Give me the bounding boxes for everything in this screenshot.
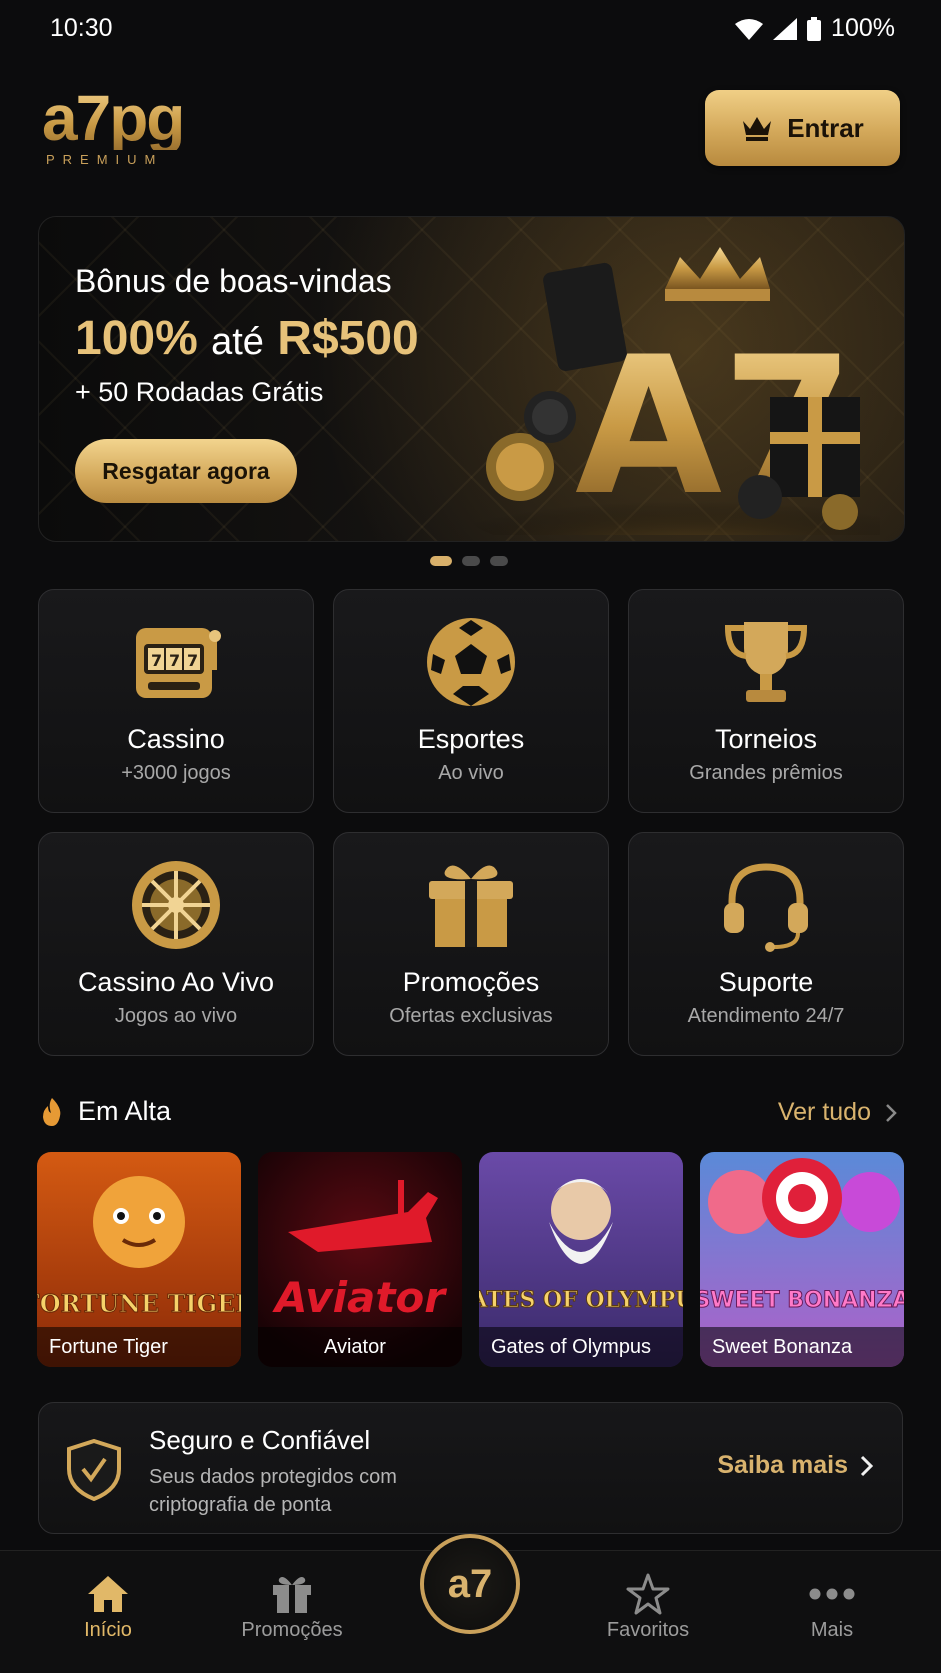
game-card-aviator[interactable]: Aviator Aviator <box>258 1152 462 1367</box>
game-art-text: GATES OF OLYMPUS <box>479 1287 683 1313</box>
chevron-right-icon <box>860 1455 874 1476</box>
a7-crown-art: A7 <box>470 247 880 535</box>
game-card-sweet-bonanza[interactable]: SWEET BONANZA Sweet Bonanza <box>700 1152 904 1367</box>
category-title: Cassino Ao Vivo <box>77 967 275 997</box>
category-suporte[interactable]: Suporte Atendimento 24/7 <box>628 832 904 1056</box>
pagination-dot[interactable] <box>462 556 480 566</box>
pagination-dot-active[interactable] <box>430 556 452 566</box>
category-title: Suporte <box>718 967 814 997</box>
game-card-fortune-tiger[interactable]: FORTUNE TIGER Fortune Tiger <box>37 1152 241 1367</box>
nav-center-home-button[interactable]: a7 <box>420 1534 520 1634</box>
signal-icon <box>773 17 798 40</box>
see-all-label: Ver tudo <box>777 1098 871 1126</box>
nav-item-promocoes[interactable]: Promoções <box>222 1569 362 1642</box>
security-description: Seus dados protegidos com criptografia d… <box>149 1466 397 1516</box>
category-subtitle: Ao vivo <box>438 762 504 784</box>
gift-icon <box>334 857 608 953</box>
login-label: Entrar <box>787 112 864 143</box>
category-cassino-ao-vivo[interactable]: Cassino Ao Vivo Jogos ao vivo <box>38 832 314 1056</box>
chevron-right-icon <box>886 1103 897 1122</box>
game-art-text: FORTUNE TIGER <box>37 1289 241 1318</box>
category-title: Torneios <box>714 724 818 754</box>
game-art-text: SWEET BONANZA <box>700 1288 904 1313</box>
game-name: Aviator <box>258 1327 462 1367</box>
star-icon <box>578 1569 718 1619</box>
banner-spins: + 50 Rodadas Grátis <box>75 377 324 407</box>
banner-amount-pct: 100% <box>75 312 198 365</box>
game-card-gates-of-olympus[interactable]: GATES OF OLYMPUS Gates of Olympus <box>479 1152 683 1367</box>
roulette-icon <box>39 857 313 953</box>
category-title: Esportes <box>417 724 525 754</box>
nav-label: Início <box>84 1619 132 1641</box>
fire-icon <box>43 1097 61 1126</box>
category-torneios[interactable]: Torneios Grandes prêmios <box>628 589 904 813</box>
security-card[interactable]: Seguro e Confiável Seus dados protegidos… <box>38 1402 903 1534</box>
category-subtitle: Atendimento 24/7 <box>687 1005 845 1027</box>
trending-header: Em Alta <box>40 1096 171 1127</box>
aviator-art: Aviator <box>272 1180 447 1322</box>
trending-title: Em Alta <box>78 1096 172 1126</box>
category-title: Cassino <box>127 724 225 754</box>
sweet-bonanza-art: SWEET BONANZA <box>700 1158 904 1314</box>
security-title: Seguro e Confiável <box>149 1425 371 1455</box>
promo-banner[interactable]: Bônus de boas-vindas 100% até R$500 + 50… <box>38 216 905 542</box>
game-name: Sweet Bonanza <box>700 1327 904 1367</box>
slot-machine-icon: 7 7 7 <box>39 614 313 710</box>
wifi-icon <box>735 18 764 40</box>
brand-logo[interactable]: a7pg PREMIUM <box>42 82 185 167</box>
category-esportes[interactable]: Esportes Ao vivo <box>333 589 609 813</box>
more-icon <box>762 1569 902 1619</box>
learn-more-link[interactable]: Saiba mais <box>717 1451 874 1480</box>
logo-sub: PREMIUM <box>46 152 164 167</box>
nav-item-mais[interactable]: Mais <box>762 1569 902 1642</box>
nav-label: Favoritos <box>606 1619 690 1641</box>
claim-bonus-button[interactable]: Resgatar agora <box>75 439 297 503</box>
home-icon <box>38 1569 178 1619</box>
battery-level: 100% <box>831 14 895 42</box>
banner-amount-mid: até <box>211 321 264 363</box>
headset-icon <box>629 857 903 953</box>
svg-text:7: 7 <box>169 651 180 670</box>
logo-main: a7pg <box>42 82 185 154</box>
game-art-text: Aviator <box>272 1273 447 1322</box>
game-name: Fortune Tiger <box>37 1327 241 1367</box>
category-subtitle: Grandes prêmios <box>689 762 843 784</box>
svg-text:7: 7 <box>187 651 198 670</box>
gates-of-olympus-art: GATES OF OLYMPUS <box>479 1179 683 1314</box>
banner-pagination <box>430 556 508 566</box>
soccer-ball-icon <box>334 614 608 710</box>
status-time: 10:30 <box>50 14 113 42</box>
nav-item-favoritos[interactable]: Favoritos <box>578 1569 718 1642</box>
category-promocoes[interactable]: Promoções Ofertas exclusivas <box>333 832 609 1056</box>
category-subtitle: Ofertas exclusivas <box>389 1005 553 1027</box>
category-cassino[interactable]: 7 7 7 Cassino +3000 jogos <box>38 589 314 813</box>
game-name: Gates of Olympus <box>479 1327 683 1367</box>
category-title: Promoções <box>402 967 540 997</box>
category-subtitle: Jogos ao vivo <box>114 1005 238 1027</box>
banner-title: Bônus de boas-vindas <box>75 263 392 299</box>
trophy-icon <box>629 614 903 710</box>
svg-text:7: 7 <box>151 651 162 670</box>
gift-icon <box>222 1569 362 1619</box>
nav-label: Promoções <box>241 1619 343 1641</box>
fortune-tiger-art: FORTUNE TIGER <box>37 1176 241 1319</box>
banner-amount: 100% até R$500 <box>75 311 419 366</box>
learn-more-label: Saiba mais <box>717 1451 848 1479</box>
login-button[interactable]: Entrar <box>705 90 900 166</box>
status-icons: 100% <box>735 14 895 43</box>
banner-amount-value: R$500 <box>277 312 419 365</box>
shield-icon <box>67 1439 121 1501</box>
nav-item-inicio[interactable]: Início <box>38 1569 178 1642</box>
pagination-dot[interactable] <box>490 556 508 566</box>
crown-icon <box>743 117 772 141</box>
see-all-link[interactable]: Ver tudo <box>778 1098 897 1127</box>
nav-label: Mais <box>810 1619 854 1641</box>
category-subtitle: +3000 jogos <box>121 762 231 784</box>
battery-icon <box>807 16 822 41</box>
